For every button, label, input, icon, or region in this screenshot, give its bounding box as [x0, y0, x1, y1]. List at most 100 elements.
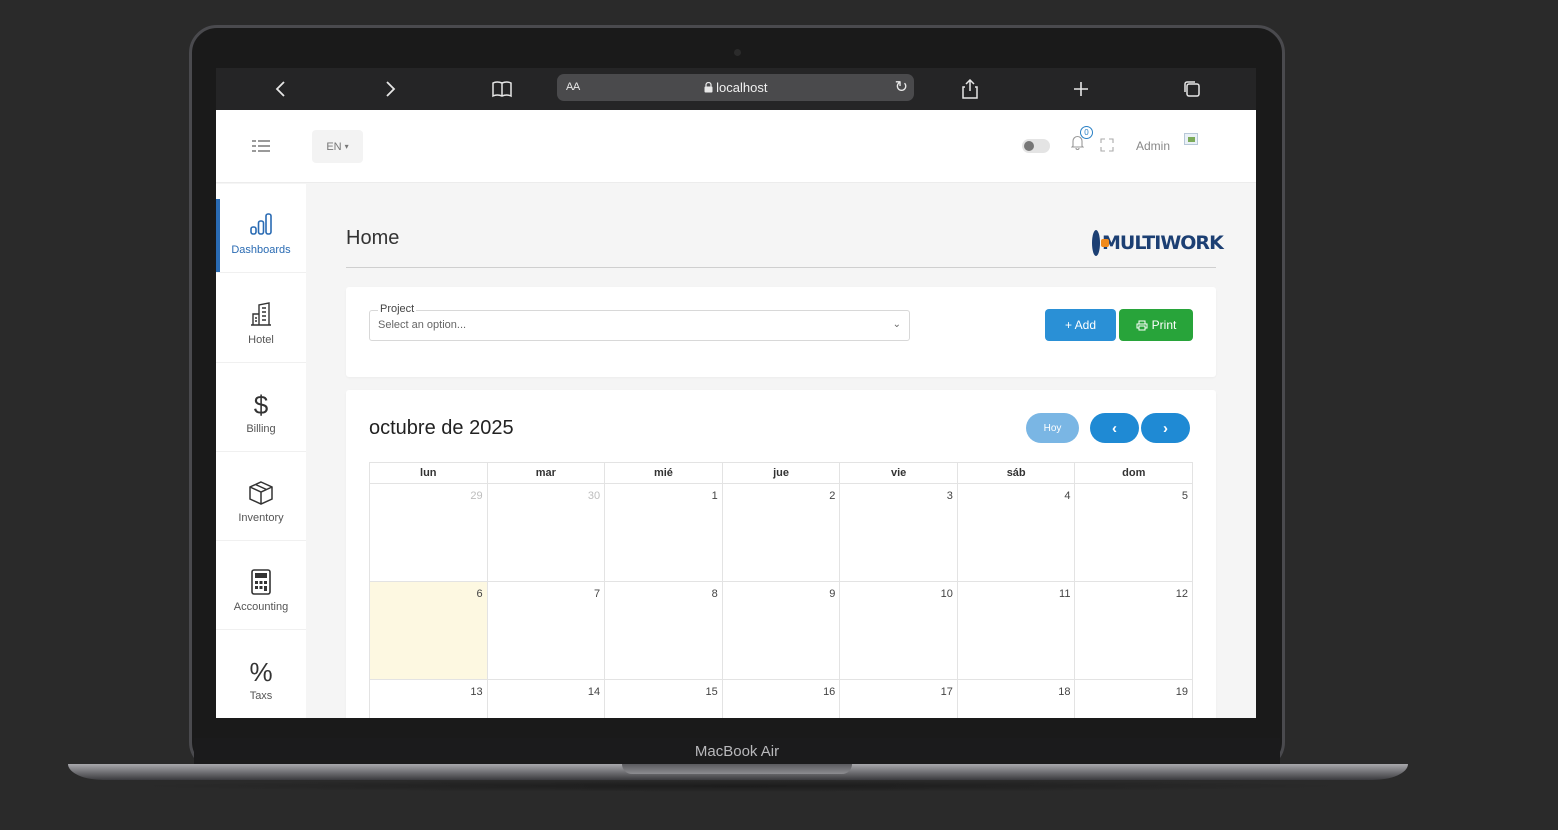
day-number: 13	[470, 686, 483, 698]
calendar-day-today[interactable]: 6	[370, 582, 487, 679]
url-value: localhost	[716, 80, 768, 95]
day-number: 5	[1181, 490, 1189, 502]
calendar-week: 6 7 8 9 10 11 12	[369, 581, 1193, 679]
camera-dot	[734, 49, 741, 56]
day-number: 4	[1064, 490, 1071, 502]
day-number: 29	[470, 490, 483, 502]
screen: AA localhost ↻ EN ▾ 0 Admin Dashboards H…	[216, 68, 1256, 718]
app-header: EN ▾ 0 Admin	[216, 110, 1256, 183]
project-select-value: Select an option...	[378, 319, 467, 331]
weekday-header: lun mar mié jue vie sáb dom	[369, 462, 1193, 483]
fullscreen-icon[interactable]	[1100, 138, 1114, 155]
calendar-day[interactable]: 7	[486, 582, 605, 679]
calendar-day[interactable]: 16	[721, 680, 840, 718]
language-selector[interactable]: EN ▾	[312, 130, 363, 163]
chevron-right-icon: ›	[1163, 419, 1168, 437]
sidebar-item-label: Dashboards	[231, 244, 291, 256]
calendar-day[interactable]: 8	[604, 582, 722, 679]
add-button[interactable]: + Add	[1045, 309, 1116, 341]
reload-icon[interactable]: ↻	[895, 77, 908, 97]
chevron-left-icon: ‹	[1112, 419, 1117, 437]
print-button-label: Print	[1151, 318, 1177, 332]
menu-toggle-icon[interactable]	[252, 139, 270, 153]
chevron-down-icon: ⌄	[892, 319, 901, 330]
chevron-down-icon: ▾	[344, 142, 349, 151]
sidebar-item-dashboards[interactable]: Dashboards	[216, 184, 306, 273]
calendar-day[interactable]: 11	[956, 582, 1075, 679]
bar-chart-icon	[216, 212, 306, 240]
share-icon[interactable]	[955, 76, 985, 102]
printer-icon	[1136, 320, 1148, 330]
url-text: localhost	[557, 80, 914, 95]
building-icon	[216, 302, 306, 330]
day-number: 1	[711, 490, 718, 502]
calendar-day[interactable]: 19	[1074, 680, 1192, 718]
next-month-button[interactable]: ›	[1141, 413, 1190, 443]
theme-toggle[interactable]	[1022, 139, 1050, 153]
add-button-label: + Add	[1064, 318, 1097, 332]
calendar-week: 13 14 15 16 17 18 19	[369, 679, 1193, 718]
day-number: 8	[711, 588, 718, 600]
calendar-day[interactable]: 15	[604, 680, 722, 718]
print-button[interactable]: Print	[1119, 309, 1193, 341]
day-number: 7	[594, 588, 601, 600]
calendar-day[interactable]: 14	[486, 680, 605, 718]
day-number: 14	[587, 686, 601, 698]
weekday-label: mar	[486, 463, 605, 483]
sidebar-item-billing[interactable]: $ Billing	[216, 363, 306, 452]
calendar-title: octubre de 2025	[369, 417, 514, 439]
calendar-day[interactable]: 5	[1074, 484, 1192, 581]
sidebar-item-inventory[interactable]: Inventory	[216, 452, 306, 541]
weekday-label: dom	[1074, 463, 1192, 483]
calendar-day[interactable]: 9	[721, 582, 840, 679]
calendar-day[interactable]: 10	[839, 582, 957, 679]
sidebar-item-label: Accounting	[233, 601, 289, 613]
calendar-week: 29 30 1 2 3 4 5	[369, 483, 1193, 581]
avatar[interactable]	[1182, 131, 1214, 161]
day-number: 2	[829, 490, 836, 502]
laptop-base-notch	[622, 764, 852, 774]
laptop-shadow	[120, 780, 1360, 792]
weekday-label: vie	[839, 463, 957, 483]
calendar-card: octubre de 2025 Hoy ‹ › lun mar mié jue …	[346, 390, 1216, 718]
day-number: 12	[1175, 588, 1189, 600]
weekday-label: jue	[721, 463, 840, 483]
day-number: 17	[940, 686, 953, 698]
new-tab-icon[interactable]	[1066, 76, 1096, 102]
sidebar-item-label: Inventory	[238, 512, 284, 524]
page-title: Home	[346, 227, 400, 249]
calendar-day[interactable]: 17	[839, 680, 957, 718]
user-name[interactable]: Admin	[1136, 139, 1170, 153]
back-icon[interactable]	[265, 76, 295, 102]
day-number: 6	[476, 588, 483, 600]
prev-month-button[interactable]: ‹	[1090, 413, 1139, 443]
calendar-day[interactable]: 1	[604, 484, 722, 581]
calendar-day[interactable]: 18	[956, 680, 1075, 718]
calendar-day[interactable]: 4	[956, 484, 1075, 581]
sidebar-item-accounting[interactable]: Accounting	[216, 541, 306, 630]
address-bar[interactable]: AA localhost ↻	[557, 74, 914, 101]
calendar-day[interactable]: 13	[370, 680, 487, 718]
tabs-overview-icon[interactable]	[1177, 76, 1207, 102]
calendar-day[interactable]: 30	[486, 484, 605, 581]
calendar-day[interactable]: 29	[370, 484, 487, 581]
today-button[interactable]: Hoy	[1026, 413, 1079, 443]
forward-icon[interactable]	[376, 76, 406, 102]
bookmarks-icon[interactable]	[487, 76, 517, 102]
notification-badge: 0	[1080, 126, 1093, 139]
gear-logo-icon	[1092, 230, 1109, 256]
calendar-day[interactable]: 3	[839, 484, 957, 581]
calendar-day[interactable]: 2	[721, 484, 840, 581]
project-select[interactable]: Project Select an option... ⌄	[369, 303, 910, 341]
calendar-day[interactable]: 12	[1074, 582, 1192, 679]
sidebar-item-hotel[interactable]: Hotel	[216, 274, 306, 363]
title-divider	[346, 267, 1216, 268]
weekday-label: sáb	[956, 463, 1075, 483]
weekday-label: lun	[420, 467, 437, 479]
sidebar-item-taxs[interactable]: % Taxs	[216, 630, 306, 718]
day-number: 30	[587, 490, 601, 502]
browser-toolbar: AA localhost ↻	[216, 68, 1256, 110]
dollar-icon: $	[253, 390, 269, 420]
day-number: 9	[829, 588, 836, 600]
day-number: 15	[705, 686, 718, 698]
